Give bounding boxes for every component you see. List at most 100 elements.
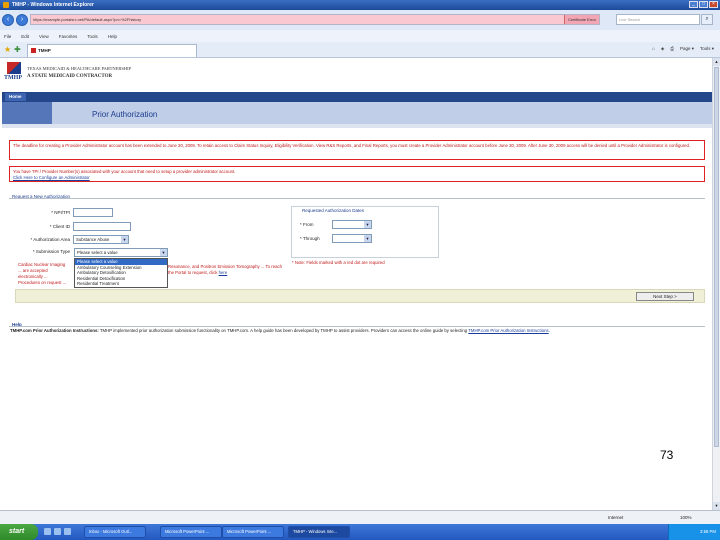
- npi-label: * NPI/TPI: [51, 210, 70, 215]
- ie-icon: [3, 2, 9, 8]
- scroll-up-icon[interactable]: ▲: [713, 58, 720, 66]
- deadline-alert: The deadline for creating a Provider Adm…: [9, 140, 705, 160]
- tmhp-logo: TMHP: [4, 62, 24, 86]
- authorization-area-value: Substance Abuse: [76, 237, 110, 242]
- status-bar: Internet 100%: [0, 510, 720, 524]
- task-outlook[interactable]: Inbox - Microsoft Outl...: [84, 526, 146, 538]
- page-menu[interactable]: Page ▾: [680, 46, 694, 52]
- configure-admin-link[interactable]: Click Here to Configure an Administrator: [13, 175, 701, 181]
- menu-file[interactable]: File: [4, 34, 11, 39]
- heading-underbar: [2, 124, 712, 128]
- favorites-star-icon[interactable]: ★: [4, 45, 11, 54]
- tmhp-logo-text: TMHP: [4, 75, 22, 81]
- task-powerpoint-2[interactable]: Microsoft PowerPoint ...: [222, 526, 284, 538]
- security-zone: Internet: [608, 515, 624, 520]
- submission-type-label: * Submission Type: [32, 249, 70, 254]
- minimize-button[interactable]: _: [689, 1, 698, 8]
- client-id-input[interactable]: [73, 222, 131, 231]
- tab-bar: ★ ✚ TMHP ⌂ ◈ ⎙ Page ▾ Tools ▾: [0, 42, 720, 58]
- help-tail: .: [548, 328, 550, 333]
- deadline-alert-text: The deadline for creating a Provider Adm…: [13, 143, 691, 148]
- quick-launch-icon[interactable]: [54, 528, 61, 535]
- zoom-level[interactable]: 100%: [680, 515, 692, 520]
- help-guide-link[interactable]: TMHP.com Prior Authorization Instruction…: [468, 328, 548, 333]
- authorization-area-select[interactable]: Substance Abuse ▼: [73, 235, 129, 244]
- quick-launch-icon[interactable]: [64, 528, 71, 535]
- print-icon[interactable]: ⎙: [670, 46, 674, 52]
- system-tray: 3:58 PM: [668, 524, 720, 540]
- submission-type-select[interactable]: Please select a value ▼: [74, 248, 168, 257]
- quick-launch: [44, 528, 71, 535]
- from-label: * From: [300, 222, 314, 227]
- start-button[interactable]: start: [0, 524, 38, 540]
- through-date-input[interactable]: ▼: [332, 234, 372, 243]
- clock: 3:58 PM: [699, 529, 716, 534]
- home-icon[interactable]: ⌂: [652, 46, 655, 52]
- help-body: TMHP implemented prior authorization sub…: [98, 328, 469, 333]
- help-divider: [9, 326, 705, 327]
- tmhp-tab-icon: [31, 48, 36, 53]
- home-link[interactable]: Home: [5, 93, 26, 101]
- feeds-icon[interactable]: ◈: [661, 46, 664, 52]
- tpi-alert: You have TPI / Provider Number(s) associ…: [9, 166, 705, 182]
- requested-dates-title: Requested Authorization Dates: [302, 208, 365, 213]
- page-title: Prior Authorization: [92, 110, 158, 119]
- tools-menu[interactable]: Tools ▾: [700, 46, 714, 52]
- back-button[interactable]: ‹: [2, 14, 14, 26]
- task-powerpoint-1[interactable]: Microsoft PowerPoint ...: [160, 526, 222, 538]
- requested-dates-box: Requested Authorization Dates: [291, 206, 439, 258]
- forward-button[interactable]: ›: [16, 14, 28, 26]
- npi-input[interactable]: [73, 208, 113, 217]
- org-name: TEXAS MEDICAID & HEALTHCARE PARTNERSHIP: [27, 66, 132, 71]
- menu-edit[interactable]: Edit: [21, 34, 29, 39]
- imaging-here-link[interactable]: here: [219, 270, 228, 275]
- heading-bar: Prior Authorization: [52, 102, 712, 124]
- org-subtitle: A STATE MEDICAID CONTRACTOR: [27, 74, 113, 79]
- command-bar: ⌂ ◈ ⎙ Page ▾ Tools ▾: [652, 46, 714, 52]
- help-lead: TMHP.com Prior Authorization Instruction…: [10, 328, 99, 333]
- tmhp-logo-mark: [7, 62, 21, 74]
- calendar-icon[interactable]: ▼: [364, 235, 371, 242]
- menu-favorites[interactable]: Favorites: [59, 34, 78, 39]
- window-title: TMHP - Windows Internet Explorer: [12, 2, 94, 8]
- required-fields-note: * Note: Fields marked with a red dot are…: [292, 260, 385, 265]
- slide-number: 73: [660, 448, 674, 462]
- help-text: TMHP.com Prior Authorization Instruction…: [10, 328, 700, 334]
- from-date-input[interactable]: ▼: [332, 220, 372, 229]
- window-controls: _ □ ×: [689, 1, 718, 8]
- task-ie-tmhp[interactable]: TMHP - Windows Inte...: [288, 526, 350, 538]
- submission-type-dropdown: Please select a value Ambulatory Counsel…: [74, 258, 168, 288]
- menu-tools[interactable]: Tools: [87, 34, 98, 39]
- scroll-thumb[interactable]: [714, 67, 719, 447]
- search-input[interactable]: Live Search: [616, 14, 700, 25]
- scroll-down-icon[interactable]: ▼: [713, 502, 720, 510]
- authorization-area-label: * Authorization Area: [30, 237, 70, 242]
- menu-view[interactable]: View: [39, 34, 49, 39]
- chevron-down-icon: ▼: [121, 236, 128, 243]
- window-titlebar: TMHP - Windows Internet Explorer _ □ ×: [0, 0, 720, 10]
- certificate-error-button[interactable]: Certificate Error: [563, 15, 599, 24]
- site-header: TMHP TEXAS MEDICAID & HEALTHCARE PARTNER…: [0, 58, 712, 90]
- close-button[interactable]: ×: [709, 1, 718, 8]
- address-field[interactable]: https://example.portalsrc.net/PA/default…: [30, 14, 600, 25]
- dropdown-option[interactable]: Residential Treatment: [75, 281, 167, 287]
- maximize-button[interactable]: □: [699, 1, 708, 8]
- search-icon[interactable]: ⌕: [701, 14, 713, 25]
- quick-launch-icon[interactable]: [44, 528, 51, 535]
- taskbar: start Inbox - Microsoft Outl... Microsof…: [0, 524, 720, 540]
- step-bar: Next Step >: [15, 289, 705, 303]
- vertical-scrollbar[interactable]: ▲ ▼: [712, 58, 720, 510]
- imaging-note-right: Resonance, and Positron Emission Tomogra…: [168, 264, 288, 276]
- url-text: https://example.portalsrc.net/PA/default…: [33, 17, 142, 22]
- next-step-button[interactable]: Next Step >: [636, 292, 694, 301]
- calendar-icon[interactable]: ▼: [364, 221, 371, 228]
- heading-accent: [2, 102, 52, 124]
- chevron-down-icon: ▼: [160, 249, 167, 256]
- menu-help[interactable]: Help: [108, 34, 117, 39]
- through-label: * Through: [300, 236, 320, 241]
- tab-tmhp[interactable]: TMHP: [27, 44, 197, 57]
- address-toolbar: ‹ › https://example.portalsrc.net/PA/def…: [0, 10, 720, 30]
- client-id-label: * Client ID: [49, 224, 70, 229]
- add-favorites-icon[interactable]: ✚: [14, 45, 21, 54]
- menu-bar: File Edit View Favorites Tools Help: [0, 30, 720, 42]
